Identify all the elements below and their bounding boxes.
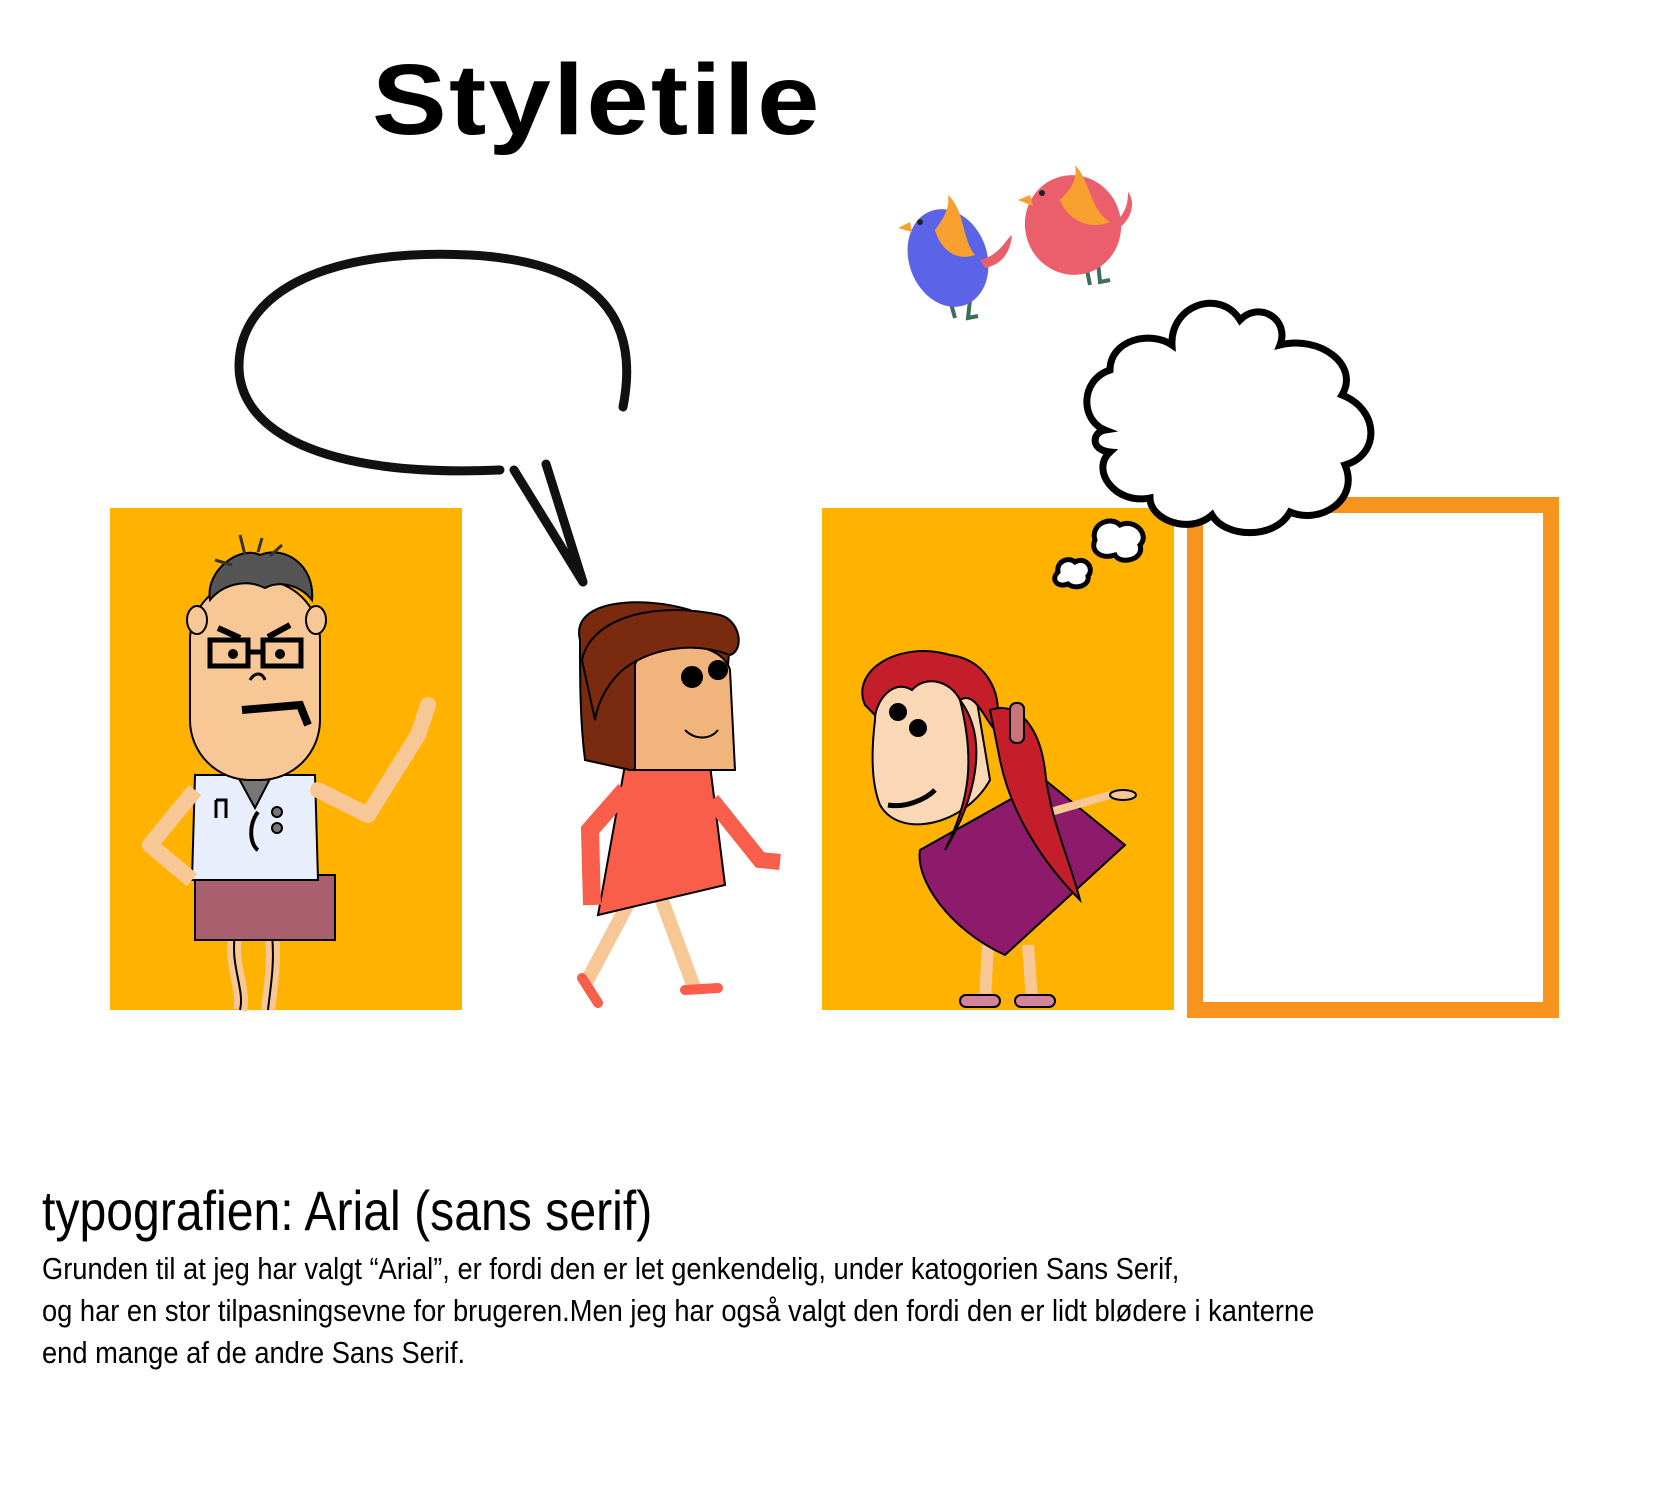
typography-description: Grunden til at jeg har valgt “Arial”, er… (42, 1248, 1314, 1374)
walking-girl-figure (577, 601, 781, 1008)
empty-frame (1187, 497, 1559, 1018)
description-line: og har en stor tilpasningsevne for bruge… (42, 1293, 1315, 1328)
blue-bird-icon (898, 195, 1012, 321)
description-line: Grunden til at jeg har valgt “Arial”, er… (42, 1251, 1180, 1286)
illustration-scene (110, 165, 1559, 1018)
typography-heading: typografien: Arial (sans serif) (42, 1179, 653, 1242)
red-bird-icon (1018, 165, 1133, 286)
description-line: end mange af de andre Sans Serif. (42, 1335, 466, 1370)
